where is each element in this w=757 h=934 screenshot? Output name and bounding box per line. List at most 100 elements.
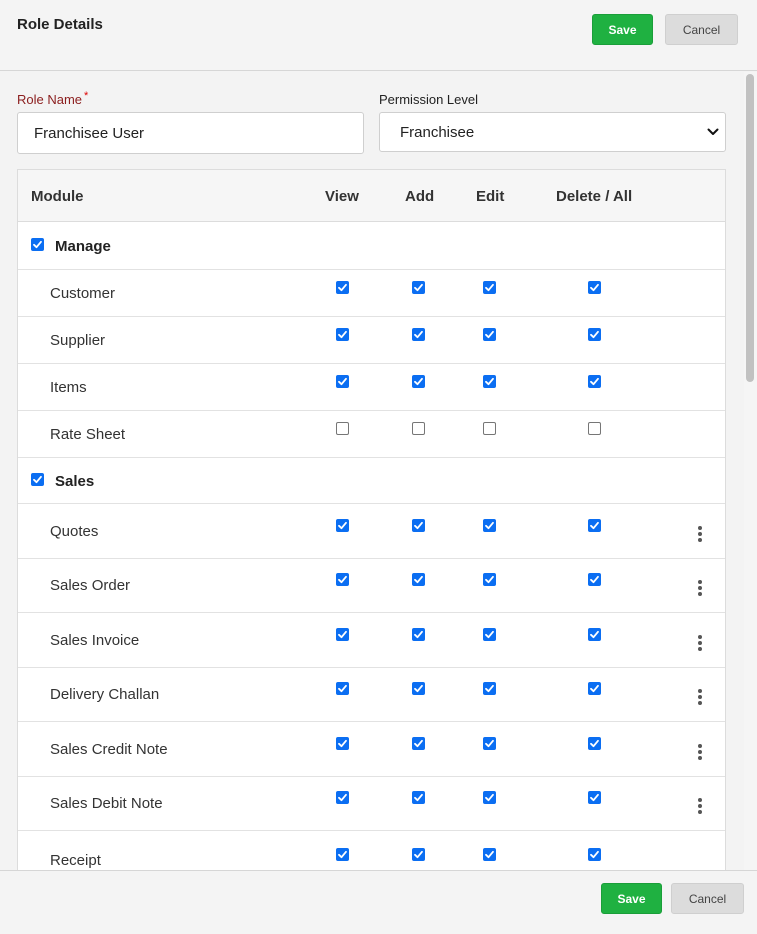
table-row: Supplier bbox=[18, 317, 725, 364]
header-module: Module bbox=[31, 188, 84, 205]
chevron-down-icon bbox=[707, 128, 719, 135]
edit-checkbox[interactable] bbox=[483, 519, 496, 532]
add-checkbox[interactable] bbox=[412, 628, 425, 641]
view-checkbox[interactable] bbox=[336, 422, 349, 435]
edit-checkbox[interactable] bbox=[483, 682, 496, 695]
table-row: Rate Sheet bbox=[18, 411, 725, 458]
group-checkbox[interactable] bbox=[31, 473, 44, 486]
edit-checkbox[interactable] bbox=[483, 628, 496, 641]
view-checkbox[interactable] bbox=[336, 328, 349, 341]
permission-level-value: Franchisee bbox=[400, 123, 475, 141]
edit-checkbox[interactable] bbox=[483, 281, 496, 294]
role-name-input[interactable]: Franchisee User bbox=[17, 112, 364, 154]
table-row: Quotes bbox=[18, 504, 725, 559]
footer-cancel-button[interactable]: Cancel bbox=[671, 883, 744, 914]
edit-checkbox[interactable] bbox=[483, 848, 496, 861]
edit-checkbox[interactable] bbox=[483, 422, 496, 435]
module-label: Sales Order bbox=[50, 577, 131, 594]
add-checkbox[interactable] bbox=[412, 375, 425, 388]
delete-all-checkbox[interactable] bbox=[588, 375, 601, 388]
table-row: Sales Order bbox=[18, 559, 725, 613]
add-checkbox[interactable] bbox=[412, 519, 425, 532]
group-checkbox[interactable] bbox=[31, 238, 44, 251]
view-checkbox[interactable] bbox=[336, 791, 349, 804]
add-checkbox[interactable] bbox=[412, 848, 425, 861]
view-checkbox[interactable] bbox=[336, 737, 349, 750]
delete-all-checkbox[interactable] bbox=[588, 328, 601, 341]
group-row: Manage bbox=[18, 223, 725, 270]
delete-all-checkbox[interactable] bbox=[588, 737, 601, 750]
delete-all-checkbox[interactable] bbox=[588, 628, 601, 641]
more-vertical-icon[interactable] bbox=[696, 689, 704, 705]
role-name-label: Role Name * bbox=[17, 90, 89, 107]
table-row: Receipt bbox=[18, 831, 725, 870]
cancel-button[interactable]: Cancel bbox=[665, 14, 738, 45]
scrollbar[interactable] bbox=[744, 72, 757, 870]
add-checkbox[interactable] bbox=[412, 791, 425, 804]
table-row: Sales Invoice bbox=[18, 613, 725, 668]
content-area[interactable]: Role Name * Permission Level Franchisee U… bbox=[0, 72, 744, 870]
edit-checkbox[interactable] bbox=[483, 573, 496, 586]
delete-all-checkbox[interactable] bbox=[588, 422, 601, 435]
view-checkbox[interactable] bbox=[336, 573, 349, 586]
table-row: Sales Debit Note bbox=[18, 777, 725, 831]
group-row: Sales bbox=[18, 458, 725, 504]
view-checkbox[interactable] bbox=[336, 281, 349, 294]
module-label: Sales Credit Note bbox=[50, 741, 168, 758]
more-vertical-icon[interactable] bbox=[696, 526, 704, 542]
permission-level-label: Permission Level bbox=[379, 92, 478, 107]
module-label: Sales Invoice bbox=[50, 632, 140, 649]
view-checkbox[interactable] bbox=[336, 628, 349, 641]
header-add: Add bbox=[405, 188, 435, 205]
view-checkbox[interactable] bbox=[336, 682, 349, 695]
add-checkbox[interactable] bbox=[412, 281, 425, 294]
scrollbar-thumb[interactable] bbox=[746, 74, 754, 382]
add-checkbox[interactable] bbox=[412, 573, 425, 586]
table-row: Sales Credit Note bbox=[18, 722, 725, 777]
save-button[interactable]: Save bbox=[592, 14, 653, 45]
header-delete-all: Delete / All bbox=[556, 188, 633, 205]
module-label: Rate Sheet bbox=[50, 426, 126, 443]
table-row: Items bbox=[18, 364, 725, 411]
required-marker: * bbox=[84, 90, 89, 102]
edit-checkbox[interactable] bbox=[483, 791, 496, 804]
add-checkbox[interactable] bbox=[412, 682, 425, 695]
edit-checkbox[interactable] bbox=[483, 737, 496, 750]
page-header: Role Details Save Cancel bbox=[0, 0, 757, 71]
permission-level-select[interactable]: Franchisee bbox=[379, 112, 726, 152]
delete-all-checkbox[interactable] bbox=[588, 519, 601, 532]
delete-all-checkbox[interactable] bbox=[588, 791, 601, 804]
more-vertical-icon[interactable] bbox=[696, 744, 704, 760]
page-footer: Save Cancel bbox=[0, 870, 757, 934]
add-checkbox[interactable] bbox=[412, 737, 425, 750]
module-label: Customer bbox=[50, 285, 116, 302]
view-checkbox[interactable] bbox=[336, 519, 349, 532]
module-label: Sales Debit Note bbox=[50, 795, 163, 812]
module-label: Items bbox=[50, 379, 87, 396]
group-label: Manage bbox=[55, 238, 111, 255]
more-vertical-icon[interactable] bbox=[696, 635, 704, 651]
role-name-value: Franchisee User bbox=[34, 124, 145, 142]
more-vertical-icon[interactable] bbox=[696, 580, 704, 596]
permissions-table: Module View Add Edit Delete / All Manage… bbox=[17, 169, 726, 870]
page-title: Role Details bbox=[17, 16, 103, 33]
edit-checkbox[interactable] bbox=[483, 375, 496, 388]
table-row: Delivery Challan bbox=[18, 668, 725, 722]
module-label: Receipt bbox=[50, 852, 101, 869]
delete-all-checkbox[interactable] bbox=[588, 682, 601, 695]
more-vertical-icon[interactable] bbox=[696, 798, 704, 814]
delete-all-checkbox[interactable] bbox=[588, 281, 601, 294]
module-label: Quotes bbox=[50, 523, 99, 540]
footer-save-button[interactable]: Save bbox=[601, 883, 662, 914]
header-view: View bbox=[325, 188, 359, 205]
edit-checkbox[interactable] bbox=[483, 328, 496, 341]
delete-all-checkbox[interactable] bbox=[588, 573, 601, 586]
header-edit: Edit bbox=[476, 188, 505, 205]
add-checkbox[interactable] bbox=[412, 328, 425, 341]
table-header: Module View Add Edit Delete / All bbox=[18, 170, 725, 222]
view-checkbox[interactable] bbox=[336, 848, 349, 861]
add-checkbox[interactable] bbox=[412, 422, 425, 435]
view-checkbox[interactable] bbox=[336, 375, 349, 388]
group-label: Sales bbox=[55, 473, 95, 490]
delete-all-checkbox[interactable] bbox=[588, 848, 601, 861]
